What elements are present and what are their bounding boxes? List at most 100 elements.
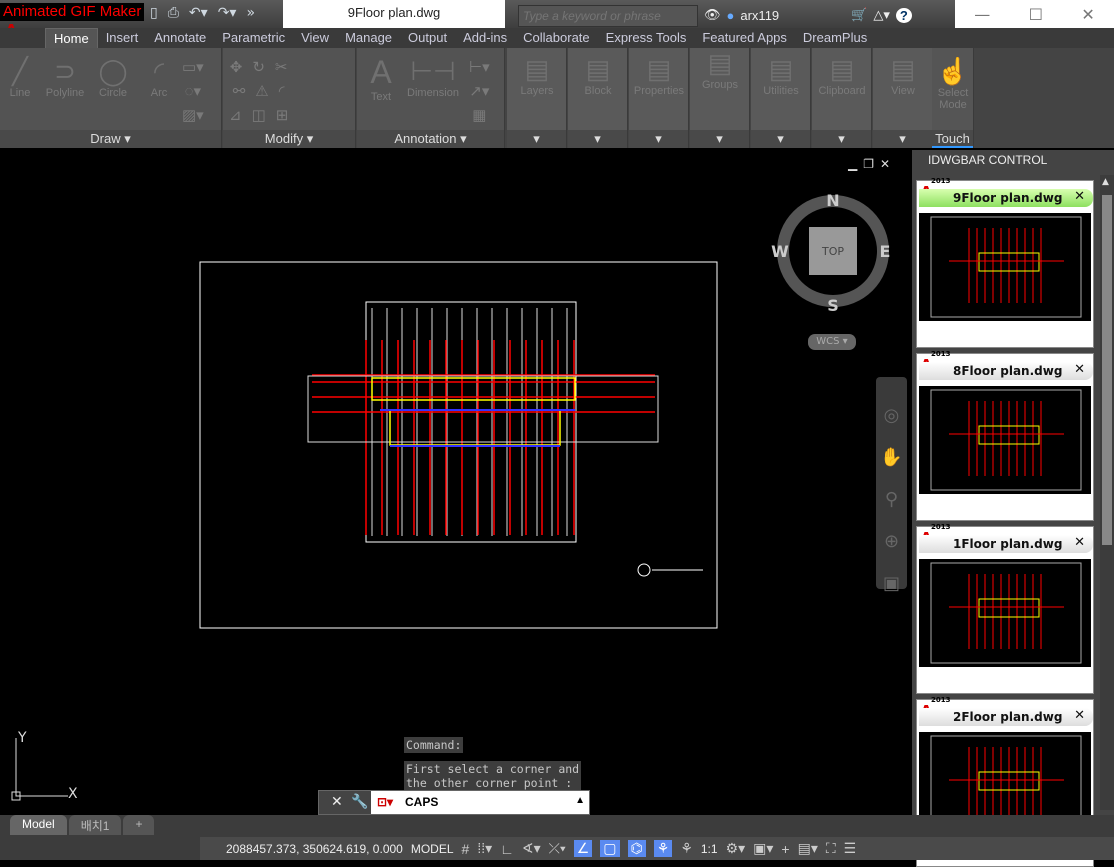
isodraft-icon[interactable]: ⤫▾ — [549, 840, 566, 857]
crosshair-icon[interactable]: + — [781, 841, 789, 857]
expand-arrow-icon[interactable]: ▾ — [873, 130, 932, 148]
maximize-icon[interactable]: ☐ — [1029, 5, 1043, 24]
expand-arrow-icon[interactable]: ▾ — [751, 130, 810, 148]
tab-add-ins[interactable]: Add-ins — [455, 28, 515, 48]
file-card[interactable]: A20139Floor plan.dwg✕ — [916, 177, 1094, 348]
grid-icon[interactable]: # — [462, 841, 470, 857]
panel-properties[interactable]: ▤ Properties ▾ — [629, 48, 689, 148]
a360-icon[interactable]: △▾ — [873, 7, 890, 23]
snap-icon[interactable]: ⁞⁞▾ — [477, 840, 492, 857]
coordinates-readout[interactable]: 2088457.373, 350624.619, 0.000 — [226, 842, 403, 856]
expand-arrow-icon[interactable]: ▾ — [690, 130, 749, 148]
orbit-icon[interactable]: ⊕ — [876, 521, 907, 563]
file-card[interactable]: A20131Floor plan.dwg✕ — [916, 523, 1094, 694]
add-layout-button[interactable]: + — [123, 815, 155, 835]
draw-panel-label[interactable]: Draw ▾ — [0, 130, 221, 148]
3d-osnap-icon[interactable]: ⌬ — [627, 840, 646, 857]
file-name[interactable]: 1Floor plan.dwg — [919, 535, 1093, 553]
close-file-icon[interactable]: ✕ — [1074, 535, 1085, 550]
annotation-scale[interactable]: 1:1 — [701, 842, 718, 856]
polyline-tool[interactable]: ⊃ Polyline — [40, 56, 90, 99]
expand-arrow-icon[interactable]: ▾ — [507, 130, 566, 148]
panel-groups[interactable]: ▤ Groups ▾ — [690, 48, 750, 148]
auto-scale-icon[interactable]: ⚘ — [680, 840, 693, 857]
tab-insert[interactable]: Insert — [98, 28, 147, 48]
draw-small-tools[interactable]: ▭▾ ◌▾ ▨▾ — [182, 56, 204, 128]
select-mode-tool[interactable]: ☝ Select Mode — [932, 56, 974, 111]
minimize-icon[interactable]: — — [974, 5, 990, 24]
tab-annotate[interactable]: Annotate — [146, 28, 214, 48]
navigation-bar[interactable]: ◎ ✋ ⚲ ⊕ ▣ — [876, 377, 907, 594]
more-icon[interactable]: » — [246, 5, 255, 21]
file-name[interactable]: 2Floor plan.dwg — [919, 708, 1093, 726]
modify-panel-label[interactable]: Modify ▾ — [223, 130, 355, 148]
cart-icon[interactable]: 🛒 — [851, 7, 867, 23]
ortho-icon[interactable]: ∟ — [500, 841, 514, 857]
file-thumbnail[interactable] — [919, 386, 1091, 494]
steering-wheel-icon[interactable]: ◎ — [876, 395, 907, 437]
tab-model[interactable]: Model — [10, 815, 67, 835]
file-name[interactable]: 9Floor plan.dwg — [919, 189, 1093, 207]
binoculars-icon[interactable]: 👁 — [704, 7, 721, 23]
dimension-tool[interactable]: ⊢⊣ Dimension — [403, 56, 463, 99]
pan-icon[interactable]: ✋ — [876, 437, 907, 479]
tab-output[interactable]: Output — [400, 28, 455, 48]
tab-featured-apps[interactable]: Featured Apps — [694, 28, 795, 48]
print-icon[interactable]: ⎙ — [168, 5, 179, 21]
tab-manage[interactable]: Manage — [337, 28, 400, 48]
username[interactable]: arx119 — [740, 8, 779, 23]
model-space-button[interactable]: MODEL — [411, 842, 454, 856]
tab-collaborate[interactable]: Collaborate — [515, 28, 598, 48]
tab-view[interactable]: View — [293, 28, 337, 48]
expand-arrow-icon[interactable]: ▾ — [812, 130, 871, 148]
tab-express-tools[interactable]: Express Tools — [598, 28, 695, 48]
tab-layout1[interactable]: 배치1 — [68, 815, 122, 835]
search-input[interactable] — [518, 5, 698, 27]
isolate-icon[interactable]: ▣▾ — [753, 840, 773, 857]
file-card[interactable]: A20138Floor plan.dwg✕ — [916, 350, 1094, 521]
tab-home[interactable]: Home — [45, 28, 98, 48]
viewport-controls[interactable]: ▁❐✕ — [848, 157, 896, 171]
viewcube[interactable]: TOP N S E W — [770, 190, 900, 315]
hardware-acceleration-icon[interactable]: ▤▾ — [798, 840, 818, 857]
arc-tool[interactable]: ◜ Arc — [142, 56, 176, 99]
expand-arrow-icon[interactable]: ▾ — [629, 130, 688, 148]
zoom-icon[interactable]: ⚲ — [876, 479, 907, 521]
circle-tool[interactable]: ◯ Circle — [92, 56, 134, 99]
panel-block[interactable]: ▤ Block ▾ — [568, 48, 628, 148]
touch-panel-label[interactable]: Touch — [932, 130, 973, 148]
object-snap-icon[interactable]: ▢ — [600, 840, 620, 857]
close-file-icon[interactable]: ✕ — [1074, 189, 1085, 204]
showmotion-icon[interactable]: ▣ — [876, 563, 907, 605]
annotation-panel-label[interactable]: Annotation ▾ — [357, 130, 504, 148]
tab-dreamplus[interactable]: DreamPlus — [795, 28, 875, 48]
close-command-icon[interactable]: ✕ — [331, 794, 343, 810]
expand-arrow-icon[interactable]: ▾ — [568, 130, 627, 148]
annotation-visibility-icon[interactable]: ⚘ — [653, 840, 673, 857]
help-icon[interactable]: ? — [895, 7, 912, 23]
close-icon[interactable]: ✕ — [1081, 5, 1094, 24]
annotation-small-tools[interactable]: ⊢▾ ↗▾ ▦ — [469, 56, 490, 128]
text-tool[interactable]: A Text — [363, 54, 399, 103]
command-input[interactable]: CAPS ▲ ⊡▾ — [371, 791, 589, 814]
panel-utilities[interactable]: ▤ Utilities ▾ — [751, 48, 811, 148]
polar-icon[interactable]: ∢▾ — [522, 840, 541, 857]
modify-tools[interactable]: ✥↻✂ ⚯⚠◜ ⊿◫⊞ — [229, 56, 298, 128]
workspace-gear-icon[interactable]: ⚙▾ — [726, 840, 746, 857]
save-icon[interactable]: ▯ — [150, 5, 158, 21]
file-thumbnail[interactable] — [919, 559, 1091, 667]
customize-icon[interactable]: ☰ — [844, 840, 857, 857]
tab-parametric[interactable]: Parametric — [214, 28, 293, 48]
redo-icon[interactable]: ↷▾ — [218, 5, 237, 21]
panel-view[interactable]: ▤ View ▾ — [873, 48, 933, 148]
line-tool[interactable]: ╱ Line — [4, 56, 36, 99]
undo-icon[interactable]: ↶▾ — [189, 5, 208, 21]
wcs-menu[interactable]: WCS ▾ — [808, 334, 856, 350]
close-file-icon[interactable]: ✕ — [1074, 708, 1085, 723]
close-file-icon[interactable]: ✕ — [1074, 362, 1085, 377]
file-name[interactable]: 8Floor plan.dwg — [919, 362, 1093, 380]
object-snap-tracking-icon[interactable]: ∠ — [573, 840, 593, 857]
file-thumbnail[interactable] — [919, 213, 1091, 321]
panel-clipboard[interactable]: ▤ Clipboard ▾ — [812, 48, 872, 148]
customize-wrench-icon[interactable]: 🔧 — [351, 794, 368, 810]
